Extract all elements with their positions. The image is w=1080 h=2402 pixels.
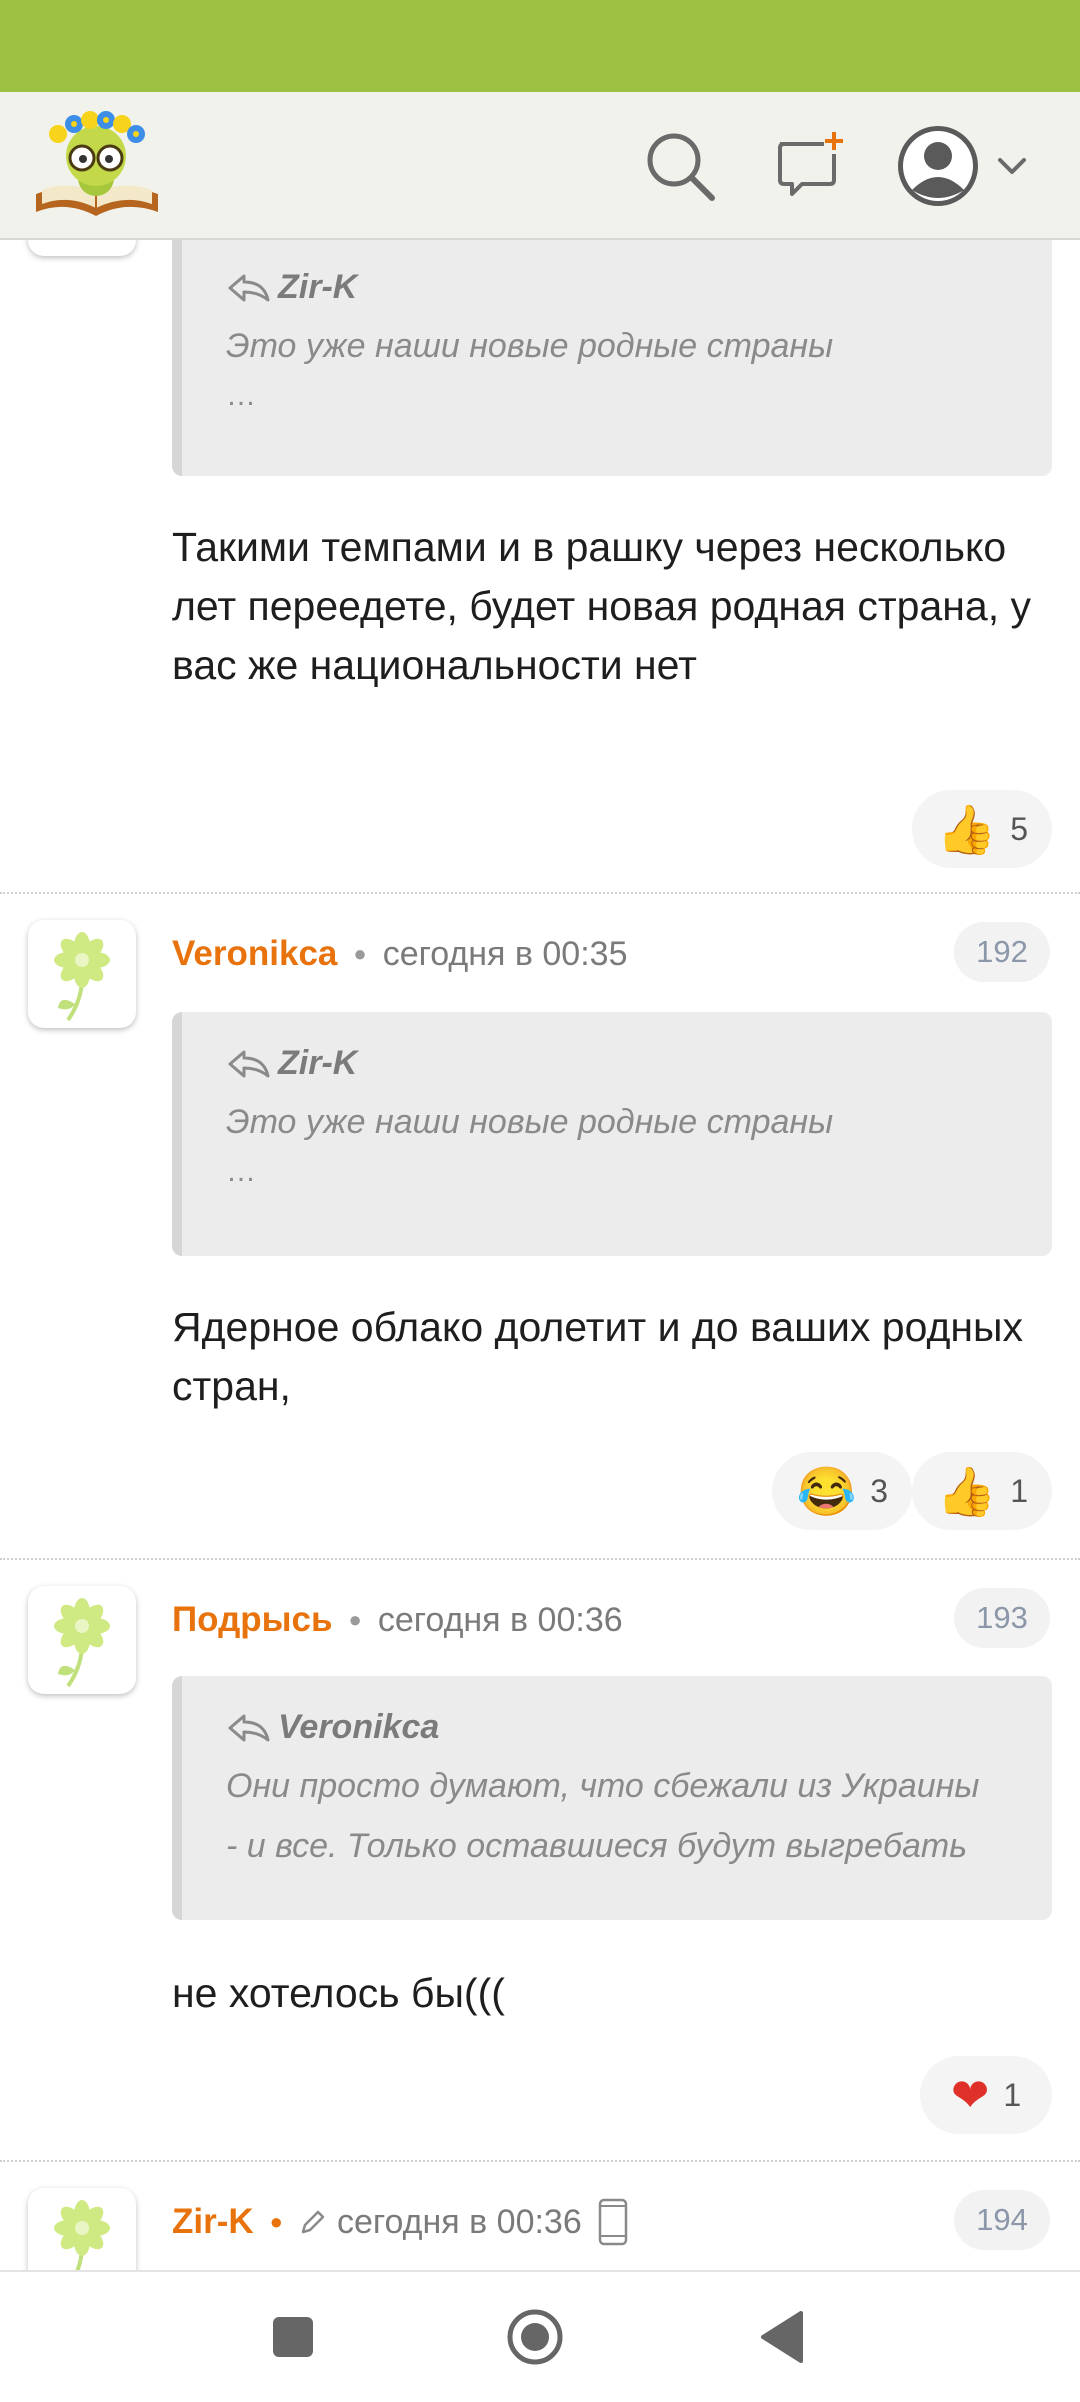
comment-text: Ядерное облако долетит и до ваших родных… xyxy=(172,1304,1024,1409)
thumbs-up-icon: 👍 xyxy=(936,1465,997,1519)
avatar[interactable] xyxy=(28,2188,136,2270)
flower-avatar-icon xyxy=(54,2200,110,2270)
separator-dot: ● xyxy=(348,1607,362,1632)
quote-more: … xyxy=(226,1155,256,1188)
reaction-count: 5 xyxy=(1010,810,1028,847)
divider xyxy=(0,2160,1080,2162)
reply-icon xyxy=(228,1714,270,1742)
comment-meta: Zir-K ● сегодня в 00:36 xyxy=(172,2192,630,2252)
reply-icon xyxy=(228,274,270,302)
reaction-heart[interactable]: ❤ 1 xyxy=(920,2056,1052,2134)
home-icon[interactable] xyxy=(500,2302,570,2372)
reaction-count: 1 xyxy=(1010,1472,1028,1509)
quote-author-name: Zir-K xyxy=(278,1043,358,1082)
quote-text: Они просто думают, что сбежали из Украин… xyxy=(226,1767,980,1865)
quote-author: Zir-K xyxy=(226,262,1052,312)
quote-author-name: Veronikca xyxy=(278,1707,440,1746)
divider xyxy=(0,1558,1080,1560)
quote-more: … xyxy=(226,379,256,412)
divider xyxy=(0,892,1080,894)
reply-icon xyxy=(228,1050,270,1078)
comment-meta: Подрысь ● сегодня в 00:36 xyxy=(172,1590,623,1650)
quote-text: Это уже наши новые родные страны xyxy=(226,1103,834,1141)
quote-block[interactable]: Zir-K Это уже наши новые родные страны … xyxy=(172,240,1052,476)
quote-block[interactable]: Veronikca Они просто думают, что сбежали… xyxy=(172,1676,1052,1920)
quote-author-name: Zir-K xyxy=(278,267,358,306)
reaction-like[interactable]: 👍 1 xyxy=(912,1452,1052,1530)
thumbs-up-icon: 👍 xyxy=(936,803,997,857)
system-nav-bar xyxy=(0,2270,1080,2402)
comments-feed[interactable]: Zir-K Это уже наши новые родные страны …… xyxy=(0,240,1080,2270)
comment-time: сегодня в 00:36 xyxy=(336,2202,582,2241)
reaction-laugh[interactable]: 😂 3 xyxy=(772,1452,912,1530)
separator-dot: ● xyxy=(269,2209,283,2234)
search-icon[interactable] xyxy=(634,120,726,212)
comment-number[interactable]: 194 xyxy=(954,2190,1050,2250)
mobile-device-icon xyxy=(598,2198,627,2246)
avatar[interactable] xyxy=(28,240,136,256)
comment-number[interactable]: 192 xyxy=(954,922,1050,982)
quote-author: Zir-K xyxy=(226,1038,1052,1088)
top-header xyxy=(0,92,1080,240)
comment-time: сегодня в 00:35 xyxy=(382,934,628,973)
separator-dot: ● xyxy=(353,941,367,966)
laughing-face-icon: 😂 xyxy=(796,1465,857,1519)
quote-text: Это уже наши новые родные страны xyxy=(226,327,834,365)
comment-meta: Veronikca ● сегодня в 00:35 xyxy=(172,924,627,984)
comment-text: не хотелось бы((( xyxy=(172,1970,505,2016)
quote-block[interactable]: Zir-K Это уже наши новые родные страны … xyxy=(172,1012,1052,1256)
reaction-count: 3 xyxy=(870,1472,888,1509)
avatar[interactable] xyxy=(28,920,136,1028)
avatar[interactable] xyxy=(28,1586,136,1694)
edit-pencil-icon xyxy=(301,2210,325,2234)
comment-number[interactable]: 193 xyxy=(954,1588,1050,1648)
account-icon[interactable] xyxy=(892,120,1042,212)
comment-time: сегодня в 00:36 xyxy=(377,1600,623,1639)
flower-avatar-icon xyxy=(54,932,110,1022)
quote-author: Veronikca xyxy=(226,1702,1052,1752)
author-name[interactable]: Zir-K xyxy=(172,2202,254,2242)
recent-apps-icon[interactable] xyxy=(258,2302,328,2372)
author-name[interactable]: Veronikca xyxy=(172,934,337,974)
author-name[interactable]: Подрысь xyxy=(172,1600,333,1640)
reaction-count: 1 xyxy=(1003,2076,1022,2113)
new-message-icon[interactable] xyxy=(764,120,856,212)
back-icon[interactable] xyxy=(748,2302,818,2372)
comment-text: Такими темпами и в рашку через несколько… xyxy=(172,524,1031,688)
flower-avatar-icon xyxy=(54,1598,110,1688)
heart-icon: ❤ xyxy=(950,2069,990,2121)
status-bar xyxy=(0,0,1080,92)
logo-icon[interactable] xyxy=(32,108,162,222)
reaction-like[interactable]: 👍 5 xyxy=(912,790,1052,868)
